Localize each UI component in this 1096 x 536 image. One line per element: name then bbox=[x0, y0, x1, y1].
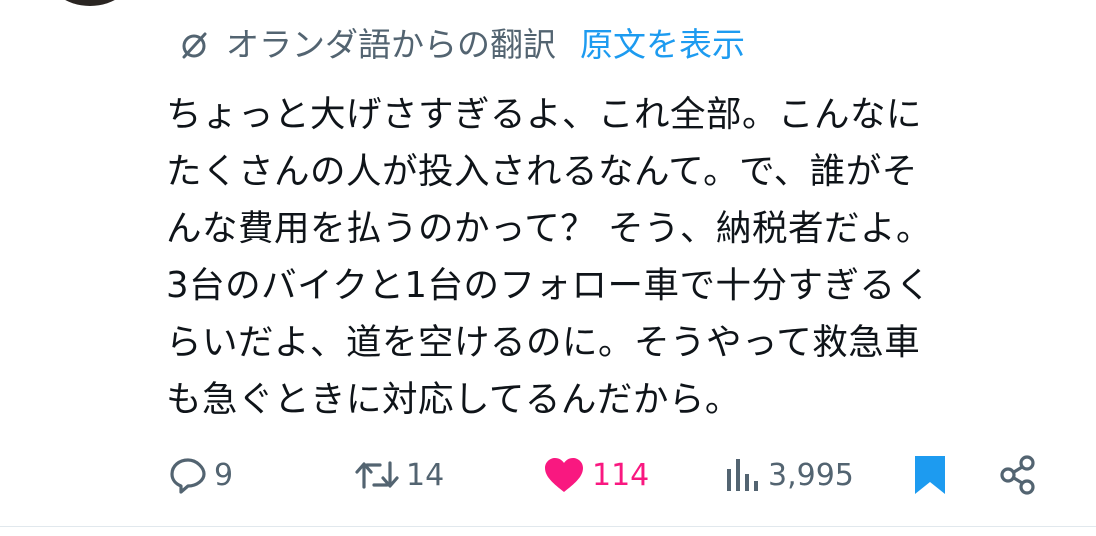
tweet-text-line: も急ぐときに対応してるんだから。 bbox=[166, 379, 741, 420]
globe-off-icon bbox=[182, 32, 207, 59]
tweet-text-line: たくさんの人が投入されるなんて。で、誰がそ bbox=[166, 151, 918, 192]
like-count: 114 bbox=[592, 457, 650, 493]
reply-button[interactable]: 9 bbox=[168, 448, 233, 502]
heart-icon bbox=[545, 458, 583, 492]
retweet-count: 14 bbox=[406, 457, 445, 493]
bookmark-icon bbox=[915, 456, 945, 494]
share-button[interactable] bbox=[996, 448, 1040, 502]
translation-note: オランダ語からの翻訳 bbox=[226, 25, 556, 64]
retweet-icon bbox=[355, 461, 399, 489]
like-button[interactable]: 114 bbox=[542, 448, 649, 502]
tweet-text-line: らいだよ、道を空けるのに。そうやって救急車 bbox=[166, 322, 921, 363]
avatar[interactable] bbox=[44, 0, 136, 6]
analytics-icon bbox=[727, 459, 758, 491]
bookmark-button[interactable] bbox=[912, 448, 948, 502]
tweet-text-line: んな費用を払うのかって？ そう、納税者だよ。 bbox=[166, 208, 933, 249]
tweet-text-line: ちょっと大げさすぎるよ、これ全部。こんなに bbox=[166, 94, 923, 135]
translation-row: オランダ語からの翻訳 原文を表示 bbox=[176, 22, 745, 68]
reply-icon bbox=[170, 458, 206, 494]
views-count: 3,995 bbox=[768, 457, 854, 493]
tweet-text: ちょっと大げさすぎるよ、これ全部。こんなに たくさんの人が投入されるなんて。で、… bbox=[166, 86, 1066, 428]
show-original-link[interactable]: 原文を表示 bbox=[580, 22, 745, 68]
tweet-actions: 9 14 114 3,995 bbox=[0, 448, 1096, 502]
views-button[interactable]: 3,995 bbox=[722, 448, 854, 502]
share-icon bbox=[1000, 455, 1035, 495]
divider bbox=[0, 526, 1096, 527]
tweet-text-line: 3台のバイクと1台のフォロー車で十分すぎるく bbox=[166, 265, 932, 306]
retweet-button[interactable]: 14 bbox=[354, 448, 444, 502]
reply-count: 9 bbox=[214, 457, 234, 493]
